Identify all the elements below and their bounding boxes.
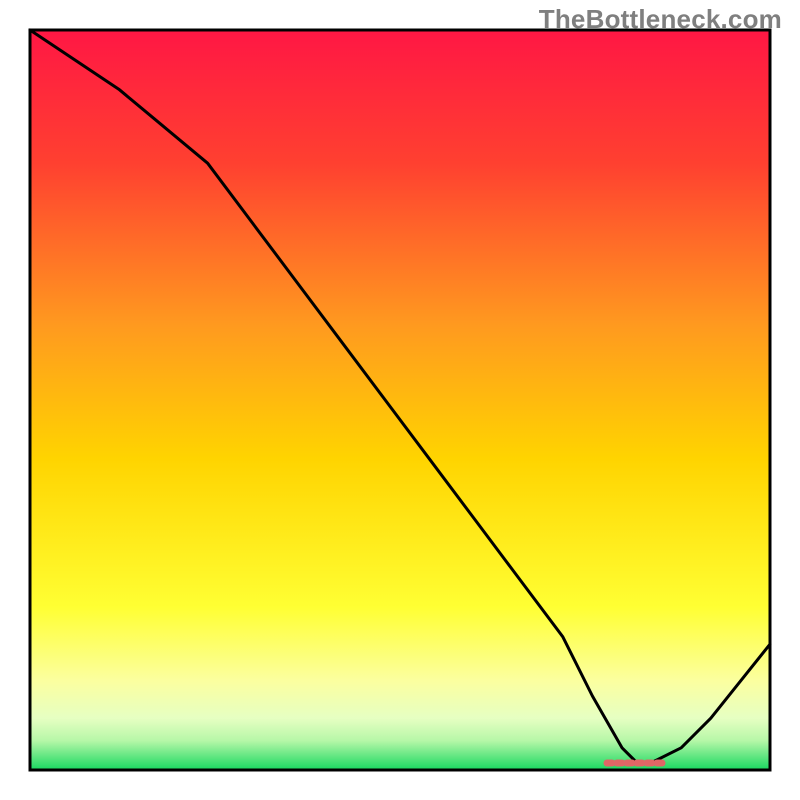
- bottleneck-chart: [0, 0, 800, 800]
- plot-gradient-bg: [30, 30, 770, 770]
- watermark-text: TheBottleneck.com: [539, 4, 782, 35]
